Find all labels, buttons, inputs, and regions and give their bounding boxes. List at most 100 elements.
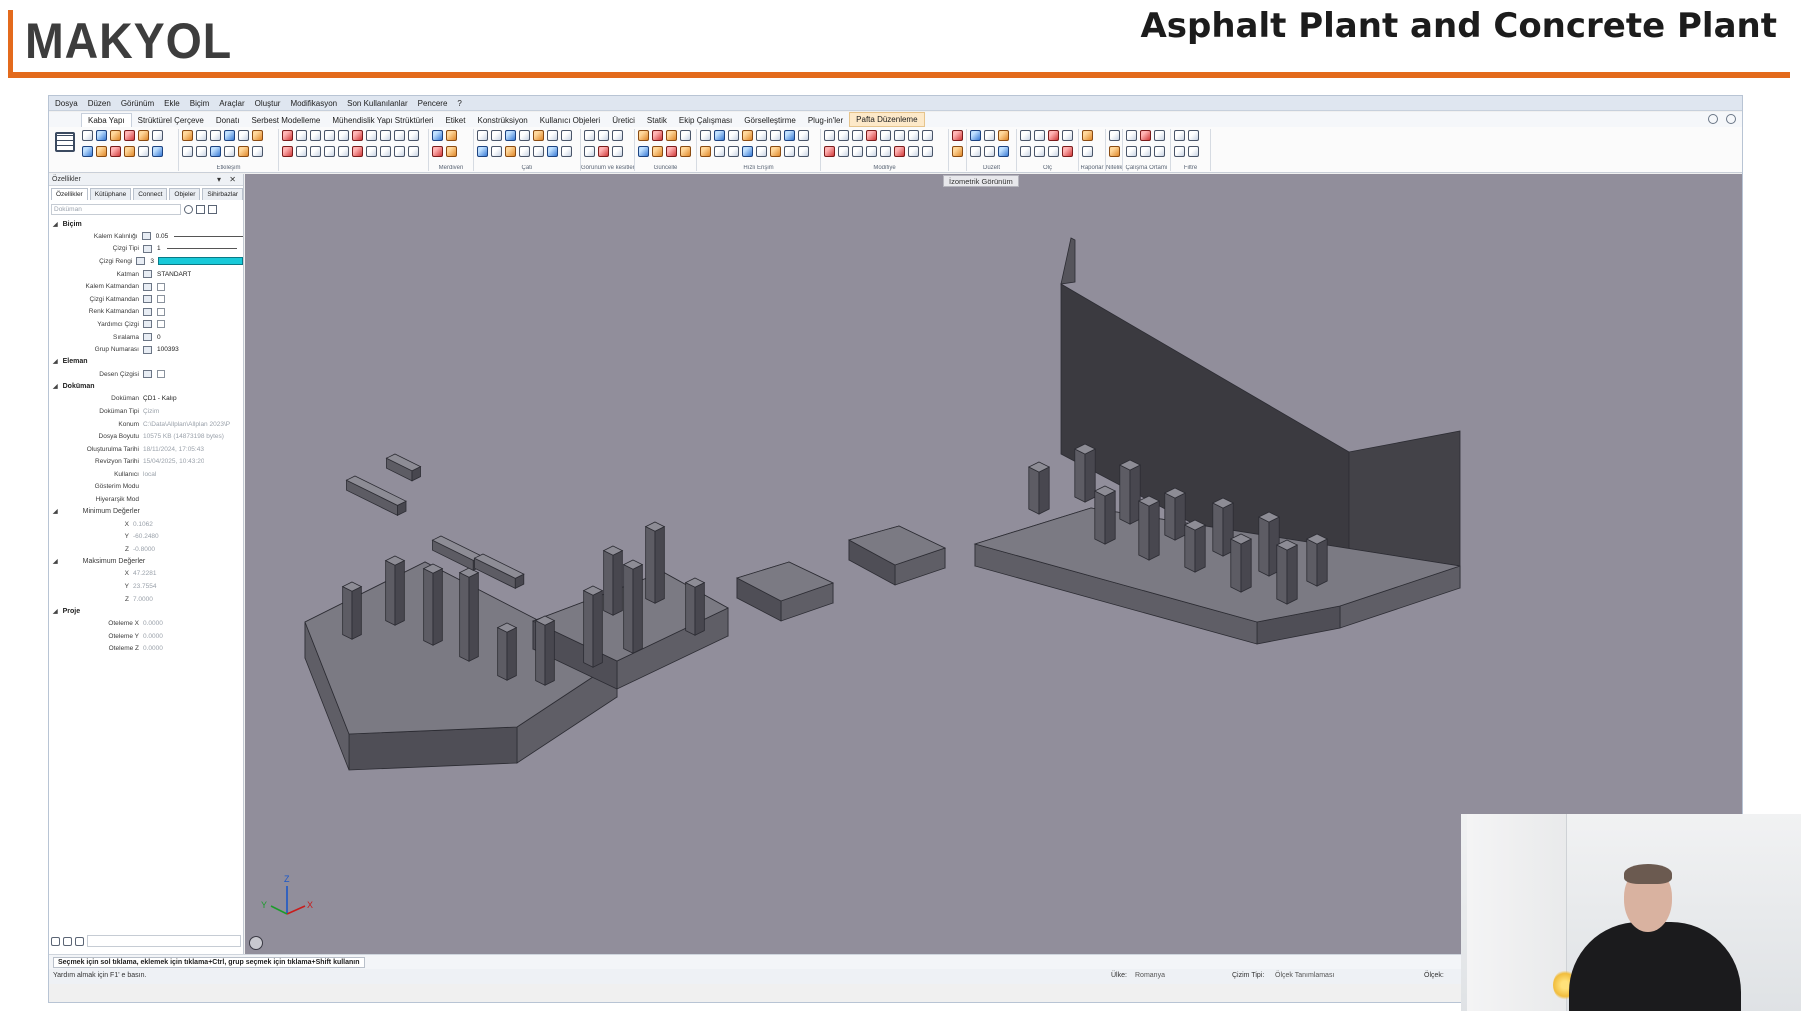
tool-icon[interactable]	[408, 130, 419, 141]
property-value[interactable]: 0.1062	[133, 521, 153, 528]
tool-icon[interactable]	[210, 146, 221, 157]
tool-icon[interactable]	[824, 130, 835, 141]
property-value[interactable]: -60.2480	[133, 533, 159, 540]
ribbon-tab[interactable]: Ekip Çalışması	[673, 114, 738, 127]
color-swatch[interactable]	[157, 257, 244, 266]
tool-icon[interactable]	[838, 146, 849, 157]
document-select[interactable]: Doküman	[51, 203, 181, 215]
tool-icon[interactable]	[352, 146, 363, 157]
tool-icon[interactable]	[310, 130, 321, 141]
palette-tab[interactable]: Sihirbazlar	[202, 188, 244, 200]
menu-item[interactable]: ?	[457, 99, 461, 108]
property-row[interactable]: Katman STANDART	[49, 268, 243, 281]
tool-icon[interactable]	[96, 146, 107, 157]
tool-icon[interactable]	[612, 146, 623, 157]
property-row[interactable]: Kalem Katmandan	[49, 280, 243, 293]
tool-icon[interactable]	[224, 130, 235, 141]
drawing-type-value[interactable]: Ölçek Tanımlaması	[1275, 972, 1334, 979]
section-dokuman[interactable]: ◢ Doküman	[49, 381, 243, 393]
tool-icon[interactable]	[196, 130, 207, 141]
tool-icon[interactable]	[252, 146, 263, 157]
tool-icon[interactable]	[714, 130, 725, 141]
property-row[interactable]: Öteleme X 0.0000	[49, 617, 243, 630]
tool-icon[interactable]	[124, 146, 135, 157]
ribbon-tab[interactable]: Pafta Düzenleme	[849, 112, 925, 127]
tool-icon[interactable]	[728, 130, 739, 141]
tool-icon[interactable]	[338, 146, 349, 157]
tool-icon[interactable]	[1048, 130, 1059, 141]
property-row[interactable]: X 0.1062	[49, 518, 243, 531]
close-icon[interactable]: ▾ ✕	[217, 175, 239, 184]
tool-icon[interactable]	[561, 146, 572, 157]
tool-icon[interactable]	[210, 130, 221, 141]
tool-icon[interactable]	[547, 130, 558, 141]
tool-icon[interactable]	[252, 130, 263, 141]
tool-icon[interactable]	[124, 130, 135, 141]
tool-icon[interactable]	[432, 130, 443, 141]
tool-icon[interactable]	[598, 130, 609, 141]
filter-tool-icon[interactable]	[1188, 130, 1199, 141]
tool-icon[interactable]	[824, 146, 835, 157]
tool-icon[interactable]	[82, 130, 93, 141]
settings-icon[interactable]	[208, 204, 217, 214]
property-value[interactable]: 47.2281	[133, 570, 157, 577]
tool-icon[interactable]	[1082, 130, 1093, 141]
menu-item[interactable]: Oluştur	[255, 99, 281, 108]
ribbon-tab[interactable]: Serbest Modelleme	[245, 114, 326, 127]
property-row[interactable]: Doküman ÇD1 - Kalıp	[49, 393, 243, 406]
property-value[interactable]: 1	[157, 245, 161, 252]
tool-icon[interactable]	[561, 130, 572, 141]
tool-icon[interactable]	[282, 146, 293, 157]
tool-icon[interactable]	[998, 130, 1009, 141]
tool-icon[interactable]	[1034, 146, 1045, 157]
tool-icon[interactable]	[652, 146, 663, 157]
filter-tool-icon[interactable]	[1188, 146, 1199, 157]
menu-item[interactable]: Görünüm	[121, 99, 154, 108]
tool-icon[interactable]	[756, 130, 767, 141]
tool-icon[interactable]	[598, 146, 609, 157]
property-value[interactable]: 0.0000	[143, 645, 163, 652]
tool-icon[interactable]	[666, 130, 677, 141]
tool-icon[interactable]	[533, 146, 544, 157]
property-checkbox[interactable]	[157, 320, 165, 329]
tool-icon[interactable]	[638, 130, 649, 141]
property-row[interactable]: Öteleme Z 0.0000	[49, 643, 243, 656]
tool-icon[interactable]	[1020, 146, 1031, 157]
match-properties-icon[interactable]	[63, 936, 72, 946]
tool-icon[interactable]	[970, 146, 981, 157]
tool-icon[interactable]	[742, 146, 753, 157]
tool-icon[interactable]	[138, 130, 149, 141]
filter-tool-icon[interactable]	[1174, 130, 1185, 141]
tool-icon[interactable]	[310, 146, 321, 157]
tool-icon[interactable]	[491, 146, 502, 157]
tool-icon[interactable]	[238, 130, 249, 141]
tool-icon[interactable]	[1154, 130, 1165, 141]
tool-icon[interactable]	[1126, 130, 1137, 141]
tool-icon[interactable]	[352, 130, 363, 141]
palette-tab[interactable]: Connect	[133, 188, 168, 200]
tool-icon[interactable]	[446, 130, 457, 141]
property-row[interactable]: Desen Çizgisi	[49, 368, 243, 381]
tool-icon[interactable]	[380, 146, 391, 157]
tool-icon[interactable]	[324, 130, 335, 141]
ribbon-tab[interactable]: Görselleştirme	[738, 114, 802, 127]
filter-icon[interactable]	[196, 204, 205, 214]
navigation-icon[interactable]	[249, 936, 263, 950]
property-row[interactable]: Öteleme Y 0.0000	[49, 630, 243, 643]
property-value[interactable]: local	[143, 471, 156, 478]
property-value[interactable]: -0.8000	[133, 546, 155, 553]
search-icon[interactable]	[1726, 114, 1736, 124]
tool-icon[interactable]	[638, 146, 649, 157]
tool-icon[interactable]	[505, 146, 516, 157]
palette-tab[interactable]: Objeler	[169, 188, 201, 200]
tool-icon[interactable]	[82, 146, 93, 157]
tool-icon[interactable]	[922, 130, 933, 141]
tool-icon[interactable]	[1140, 146, 1151, 157]
property-value[interactable]: 0.0000	[143, 620, 163, 627]
tool-icon[interactable]	[852, 146, 863, 157]
tool-icon[interactable]	[922, 146, 933, 157]
tool-icon[interactable]	[1034, 130, 1045, 141]
tool-icon[interactable]	[666, 146, 677, 157]
tool-icon[interactable]	[224, 146, 235, 157]
help-icon[interactable]	[1708, 114, 1718, 124]
